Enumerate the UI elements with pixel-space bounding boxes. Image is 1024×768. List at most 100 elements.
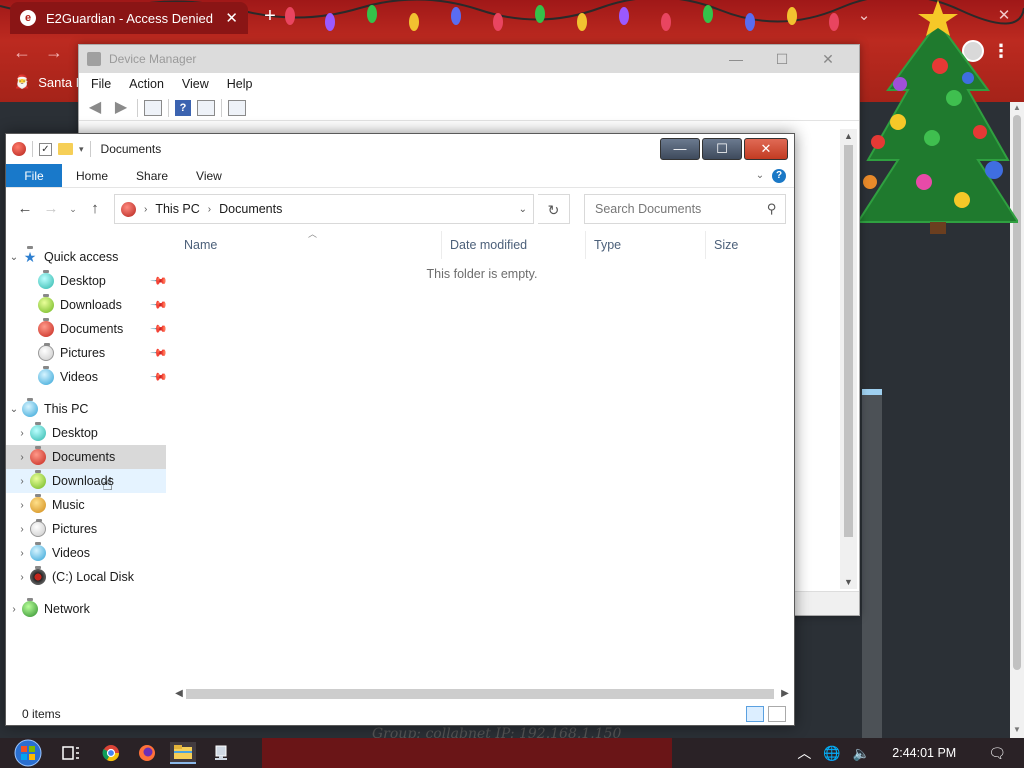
nav-pc-downloads[interactable]: › Downloads <box>6 469 166 493</box>
chevron-right-icon[interactable]: › <box>14 452 30 463</box>
start-button-icon[interactable] <box>8 738 48 768</box>
properties-check-icon[interactable]: ✓ <box>39 142 52 156</box>
ribbon-tab-home[interactable]: Home <box>62 164 122 187</box>
chevron-right-icon[interactable]: › <box>14 572 30 583</box>
browser-forward-icon[interactable]: → <box>42 40 66 64</box>
dm-menu-action[interactable]: Action <box>121 77 172 91</box>
nav-pc-music[interactable]: › Music <box>6 493 166 517</box>
recent-locations-icon[interactable]: ⌄ <box>66 198 80 220</box>
address-bar[interactable]: › This PC › Documents ⌄ <box>114 194 534 224</box>
large-icons-view-icon[interactable] <box>768 706 786 722</box>
scroll-left-icon[interactable]: ◀ <box>172 687 186 701</box>
horizontal-scroll-thumb[interactable] <box>186 689 774 699</box>
dm-menu-file[interactable]: File <box>83 77 119 91</box>
device-manager-taskbar-icon[interactable] <box>208 742 234 764</box>
address-dropdown-icon[interactable]: ⌄ <box>519 204 527 215</box>
chevron-right-icon[interactable]: › <box>14 500 30 511</box>
horizontal-scrollbar[interactable]: ◀ ▶ <box>168 685 794 703</box>
qat-customize-icon[interactable]: ▾ <box>79 144 84 155</box>
clock[interactable]: 2:44:01 PM <box>892 746 956 760</box>
back-arrow-icon[interactable]: ← <box>14 198 36 220</box>
file-explorer-window[interactable]: ✓ ▾ Documents — ☐ ✕ File Home Share View… <box>5 133 795 726</box>
chevron-up-icon[interactable]: ︿ <box>797 743 811 763</box>
browser-tab[interactable]: e E2Guardian - Access Denied ✕ <box>10 2 248 34</box>
new-tab-button[interactable]: + <box>258 4 282 28</box>
chevron-right-icon[interactable]: › <box>6 604 22 615</box>
refresh-icon[interactable]: ↻ <box>538 194 570 224</box>
dm-menu-help[interactable]: Help <box>219 77 261 91</box>
dm-scroll-down-icon[interactable]: ▼ <box>840 575 857 589</box>
breadcrumb-this-pc[interactable]: This PC <box>155 202 199 216</box>
dm-help-icon[interactable]: ? <box>175 99 191 116</box>
chevron-right-icon[interactable]: › <box>144 204 147 215</box>
scroll-right-icon[interactable]: ▶ <box>778 687 792 701</box>
dm-scroll-up-icon[interactable]: ▲ <box>840 129 857 143</box>
nav-qa-pictures[interactable]: Pictures 📌 <box>6 341 168 365</box>
pin-icon[interactable]: 📌 <box>150 321 168 339</box>
chrome-icon[interactable] <box>98 742 124 764</box>
forward-arrow-icon[interactable]: → <box>40 198 62 220</box>
search-input[interactable] <box>593 201 768 217</box>
bookmark-item[interactable]: 🎅 Santa E <box>14 74 84 90</box>
minimize-icon[interactable]: — <box>660 138 700 160</box>
dm-back-icon[interactable]: ◀ <box>85 98 105 118</box>
chevron-right-icon[interactable]: › <box>14 476 30 487</box>
chevron-right-icon[interactable]: › <box>208 204 211 215</box>
pin-icon[interactable]: 📌 <box>150 369 168 387</box>
notifications-icon[interactable]: 🗨 <box>988 745 1006 762</box>
chevron-down-icon[interactable]: ⌄ <box>6 252 22 263</box>
ribbon-tab-view[interactable]: View <box>182 164 236 187</box>
nav-pc-local-disk[interactable]: › (C:) Local Disk <box>6 565 166 589</box>
dm-menu-view[interactable]: View <box>174 77 217 91</box>
device-manager-titlebar[interactable]: Device Manager — ☐ ✕ <box>79 45 859 73</box>
tab-close-icon[interactable]: ✕ <box>225 9 238 27</box>
details-view-icon[interactable] <box>746 706 764 722</box>
dm-forward-icon[interactable]: ▶ <box>111 98 131 118</box>
chevron-right-icon[interactable]: › <box>14 548 30 559</box>
dm-scroll-thumb[interactable] <box>844 145 853 537</box>
dm-properties-icon[interactable] <box>144 99 162 116</box>
device-manager-scrollbar[interactable]: ▲ ▼ <box>840 129 857 589</box>
file-explorer-taskbar-icon[interactable] <box>170 742 196 764</box>
dm-view-icon[interactable] <box>197 99 215 116</box>
speaker-icon[interactable]: 🔈 <box>853 745 870 762</box>
pin-icon[interactable]: 📌 <box>150 273 168 291</box>
nav-qa-desktop[interactable]: Desktop 📌 <box>6 269 168 293</box>
breadcrumb-documents[interactable]: Documents <box>219 202 282 216</box>
nav-this-pc[interactable]: ⌄ This PC <box>6 397 166 421</box>
search-box[interactable]: ⚲ <box>584 194 786 224</box>
maximize-icon[interactable]: ☐ <box>702 138 742 160</box>
pin-icon[interactable]: 📌 <box>150 345 168 363</box>
nav-pc-documents[interactable]: › Documents <box>6 445 166 469</box>
new-folder-icon[interactable] <box>58 143 73 155</box>
help-icon[interactable]: ? <box>772 169 786 183</box>
nav-pc-videos[interactable]: › Videos <box>6 541 166 565</box>
chevron-right-icon[interactable]: › <box>14 428 30 439</box>
nav-quick-access[interactable]: ⌄ ★ Quick access <box>6 245 166 269</box>
chevron-down-icon[interactable]: ⌄ <box>6 404 22 415</box>
dm-close-icon[interactable]: ✕ <box>805 45 851 73</box>
browser-back-icon[interactable]: ← <box>10 40 34 64</box>
dm-maximize-icon[interactable]: ☐ <box>759 45 805 73</box>
network-globe-icon[interactable]: 🌐 <box>823 745 840 762</box>
column-header-date-modified[interactable]: Date modified <box>442 231 586 259</box>
explorer-titlebar[interactable]: ✓ ▾ Documents — ☐ ✕ <box>6 134 794 164</box>
nav-qa-downloads[interactable]: Downloads 📌 <box>6 293 168 317</box>
nav-network[interactable]: › Network <box>6 597 166 621</box>
column-header-name[interactable]: Name <box>166 231 442 259</box>
chevron-right-icon[interactable]: › <box>14 524 30 535</box>
nav-qa-documents[interactable]: Documents 📌 <box>6 317 168 341</box>
nav-pc-desktop[interactable]: › Desktop <box>6 421 166 445</box>
nav-qa-videos[interactable]: Videos 📌 <box>6 365 168 389</box>
column-header-type[interactable]: Type <box>586 231 706 259</box>
scroll-down-icon[interactable]: ▼ <box>1010 725 1024 737</box>
column-header-size[interactable]: Size <box>706 231 786 259</box>
dm-minimize-icon[interactable]: — <box>713 45 759 73</box>
nav-pc-pictures[interactable]: › Pictures <box>6 517 166 541</box>
firefox-icon[interactable] <box>134 742 160 764</box>
task-view-icon[interactable] <box>58 742 84 764</box>
ribbon-tab-file[interactable]: File <box>6 164 62 187</box>
search-icon[interactable]: ⚲ <box>767 201 777 217</box>
close-icon[interactable]: ✕ <box>744 138 788 160</box>
up-arrow-icon[interactable]: ↑ <box>84 198 106 220</box>
